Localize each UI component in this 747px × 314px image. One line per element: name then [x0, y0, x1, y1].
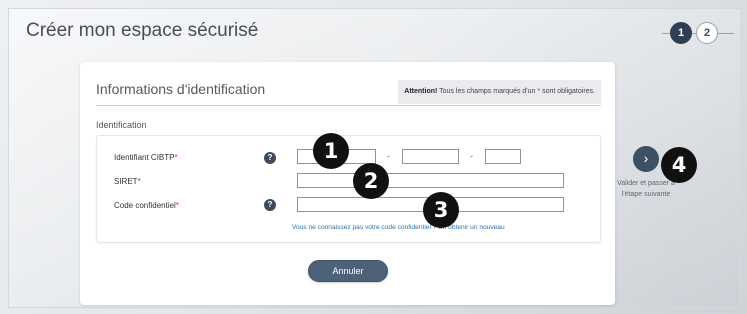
- annotation-marker-1: 1: [313, 133, 349, 169]
- notice-text: Tous les champs marqués d'un: [439, 88, 536, 95]
- cancel-button[interactable]: Annuler: [308, 260, 388, 282]
- code-help-icon[interactable]: ?: [264, 199, 276, 211]
- step-1-indicator: 1: [670, 22, 692, 44]
- code-label: Code confidentiel*: [114, 201, 179, 210]
- siret-required-star: *: [137, 177, 141, 186]
- notice-star: *: [537, 88, 541, 95]
- siret-label-text: SIRET: [114, 177, 138, 186]
- notice-tail: sont obligatoires.: [542, 88, 595, 95]
- cibtp-input-part-2[interactable]: [402, 149, 459, 164]
- cibtp-separator-2: -: [470, 151, 473, 161]
- cibtp-label: Identifiant CIBTP*: [114, 153, 178, 162]
- card-title: Informations d'identification: [96, 81, 266, 97]
- cibtp-required-star: *: [174, 153, 178, 162]
- progress-stepper: 1 2: [662, 22, 734, 44]
- section-label: Identification: [96, 120, 147, 130]
- cibtp-separator-1: -: [387, 151, 390, 161]
- forgot-code-link[interactable]: Vous ne connaissez pas votre code confid…: [292, 224, 505, 231]
- annotation-marker-2: 2: [353, 163, 389, 199]
- annotation-marker-3: 3: [423, 192, 459, 228]
- required-notice: Attention! Tous les champs marqués d'un …: [398, 80, 601, 104]
- chevron-right-icon[interactable]: ›: [633, 146, 659, 172]
- card-header: Informations d'identification Attention!…: [96, 78, 601, 106]
- siret-input[interactable]: [297, 173, 564, 188]
- code-required-star: *: [175, 201, 179, 210]
- siret-label: SIRET*: [114, 177, 141, 186]
- page-title: Créer mon espace sécurisé: [26, 20, 259, 41]
- cibtp-input-part-3[interactable]: [485, 149, 521, 164]
- notice-strong: Attention!: [404, 88, 438, 95]
- code-label-text: Code confidentiel: [114, 201, 176, 210]
- annotation-marker-4: 4: [661, 147, 697, 183]
- step-2-indicator: 2: [696, 22, 718, 44]
- identification-card: Informations d'identification Attention!…: [80, 62, 615, 305]
- next-step-caption: Valider et passer à l'étape suivante: [617, 180, 675, 198]
- cibtp-label-text: Identifiant CIBTP: [114, 153, 175, 162]
- cibtp-help-icon[interactable]: ?: [264, 152, 276, 164]
